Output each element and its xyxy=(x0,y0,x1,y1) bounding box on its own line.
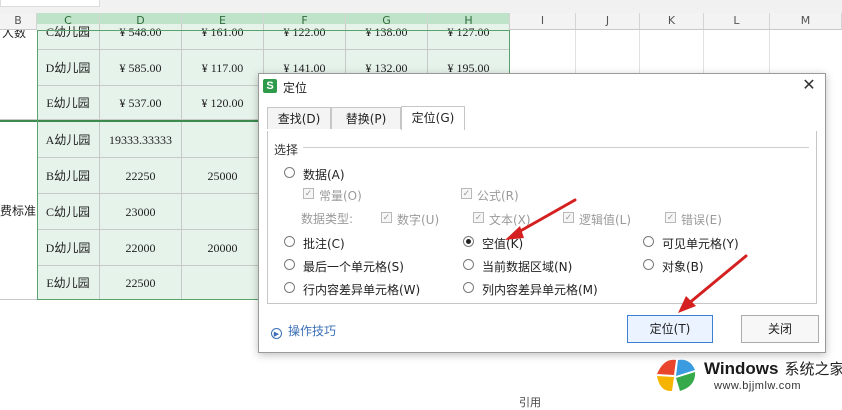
checkbox-logical-label: 逻辑值(L) xyxy=(579,213,632,227)
checkbox-number-label: 数字(U) xyxy=(397,213,440,227)
check-icon: ✓ xyxy=(381,212,392,223)
dialog-title: 定位 xyxy=(283,81,308,95)
cell-b-people[interactable]: 人数 xyxy=(0,30,37,120)
cell-e-row1[interactable]: ¥ 161.00 xyxy=(182,24,264,50)
cell-d-row6[interactable]: 23000 xyxy=(100,194,182,230)
checkbox-text-label: 文本(X) xyxy=(489,213,531,227)
check-icon: ✓ xyxy=(461,188,472,199)
cell-c-row8[interactable]: E幼儿园 xyxy=(37,266,100,300)
cell-e-row7[interactable]: 20000 xyxy=(182,230,264,266)
tab-goto[interactable]: 定位(G) xyxy=(401,106,465,130)
cell-f-row1[interactable]: ¥ 122.00 xyxy=(264,24,346,50)
cell-d-row3[interactable]: ¥ 537.00 xyxy=(100,86,182,120)
radio-circle[interactable] xyxy=(643,259,654,270)
sheet-tab-fragment[interactable] xyxy=(0,0,100,7)
column-header-b[interactable]: B xyxy=(0,13,37,30)
data-type-label: 数据类型: xyxy=(301,212,354,226)
sheet-top-band xyxy=(0,0,842,14)
column-header-j[interactable]: J xyxy=(576,13,640,30)
cell-c-row2[interactable]: D幼儿园 xyxy=(37,50,100,86)
cell-d-row2[interactable]: ¥ 585.00 xyxy=(100,50,182,86)
cell-e-row3[interactable]: ¥ 120.00 xyxy=(182,86,264,120)
close-button[interactable]: 关闭 xyxy=(741,315,819,343)
group-divider xyxy=(303,147,809,148)
check-icon: ✓ xyxy=(563,212,574,223)
close-icon[interactable]: ✕ xyxy=(801,77,817,93)
app-icon: S xyxy=(263,79,277,93)
radio-visible-label: 可见单元格(Y) xyxy=(662,237,739,251)
cell-d-row1[interactable]: ¥ 548.00 xyxy=(100,24,182,50)
radio-comment-label: 批注(C) xyxy=(303,237,345,251)
windows-logo-icon xyxy=(657,359,696,392)
checkbox-constant-label: 常量(O) xyxy=(319,189,362,203)
cell-h-row1[interactable]: ¥ 127.00 xyxy=(428,24,510,50)
column-header-k[interactable]: K xyxy=(640,13,704,30)
check-icon: ✓ xyxy=(665,212,676,223)
cell-d-row4[interactable]: 19333.33333 xyxy=(100,122,182,158)
locate-button[interactable]: 定位(T) xyxy=(627,315,713,343)
cell-e-row4[interactable] xyxy=(182,122,264,158)
check-icon: ✓ xyxy=(473,212,484,223)
cell-c-row4[interactable]: A幼儿园 xyxy=(37,122,100,158)
tab-replace[interactable]: 替换(P) xyxy=(331,107,401,129)
radio-circle[interactable] xyxy=(284,282,295,293)
dialog-titlebar[interactable]: S 定位 ✕ xyxy=(259,74,825,99)
cell-d-row8[interactable]: 22500 xyxy=(100,266,182,300)
goto-dialog: S 定位 ✕ 查找(D) 替换(P) 定位(G) 选择 数据(A) ✓ 常量(O… xyxy=(258,73,826,353)
cell-e-row5[interactable]: 25000 xyxy=(182,158,264,194)
cell-c-row7[interactable]: D幼儿园 xyxy=(37,230,100,266)
radio-last-cell-label: 最后一个单元格(S) xyxy=(303,260,404,274)
group-label-select: 选择 xyxy=(274,143,299,157)
bottom-text-fragment: 引用 xyxy=(519,396,541,409)
check-icon: ✓ xyxy=(303,188,314,199)
radio-object-label: 对象(B) xyxy=(662,260,704,274)
radio-data-label: 数据(A) xyxy=(303,168,345,182)
radio-circle-selected[interactable] xyxy=(463,236,474,247)
radio-col-diff-label: 列内容差异单元格(M) xyxy=(482,283,598,297)
radio-blank-label: 空值(K) xyxy=(482,237,524,251)
cell-e-row2[interactable]: ¥ 117.00 xyxy=(182,50,264,86)
cell-b-fee-standard[interactable]: 费标准 xyxy=(0,122,37,300)
tips-link[interactable]: ▶ 操作技巧 xyxy=(271,322,336,339)
cell-c-row1[interactable]: C幼儿园 xyxy=(37,24,100,50)
tips-label: 操作技巧 xyxy=(288,324,337,338)
radio-circle[interactable] xyxy=(463,259,474,270)
cell-e-row6[interactable] xyxy=(182,194,264,230)
watermark-url: www.bjjmlw.com xyxy=(714,380,802,392)
radio-circle[interactable] xyxy=(284,259,295,270)
cell-g-row1[interactable]: ¥ 138.00 xyxy=(346,24,428,50)
radio-current-region-label: 当前数据区域(N) xyxy=(482,260,573,274)
checkbox-formula-label: 公式(R) xyxy=(477,189,519,203)
cell-d-row5[interactable]: 22250 xyxy=(100,158,182,194)
cell-c-row5[interactable]: B幼儿园 xyxy=(37,158,100,194)
watermark: Windows 系统之家 www.bjjmlw.com xyxy=(652,350,842,401)
radio-row-diff-label: 行内容差异单元格(W) xyxy=(303,283,421,297)
radio-circle[interactable] xyxy=(284,167,295,178)
cell-c-row3[interactable]: E幼儿园 xyxy=(37,86,100,120)
checkbox-error-label: 错误(E) xyxy=(681,213,722,227)
tab-find[interactable]: 查找(D) xyxy=(267,107,331,129)
radio-circle[interactable] xyxy=(643,236,654,247)
play-icon: ▶ xyxy=(271,328,282,339)
radio-circle[interactable] xyxy=(284,236,295,247)
column-header-m[interactable]: M xyxy=(770,13,842,30)
cell-e-row8[interactable] xyxy=(182,266,264,300)
radio-circle[interactable] xyxy=(463,282,474,293)
watermark-title: Windows 系统之家 xyxy=(704,359,842,378)
column-header-l[interactable]: L xyxy=(704,13,770,30)
cell-c-row6[interactable]: C幼儿园 xyxy=(37,194,100,230)
cell-d-row7[interactable]: 22000 xyxy=(100,230,182,266)
column-header-i[interactable]: I xyxy=(510,13,576,30)
